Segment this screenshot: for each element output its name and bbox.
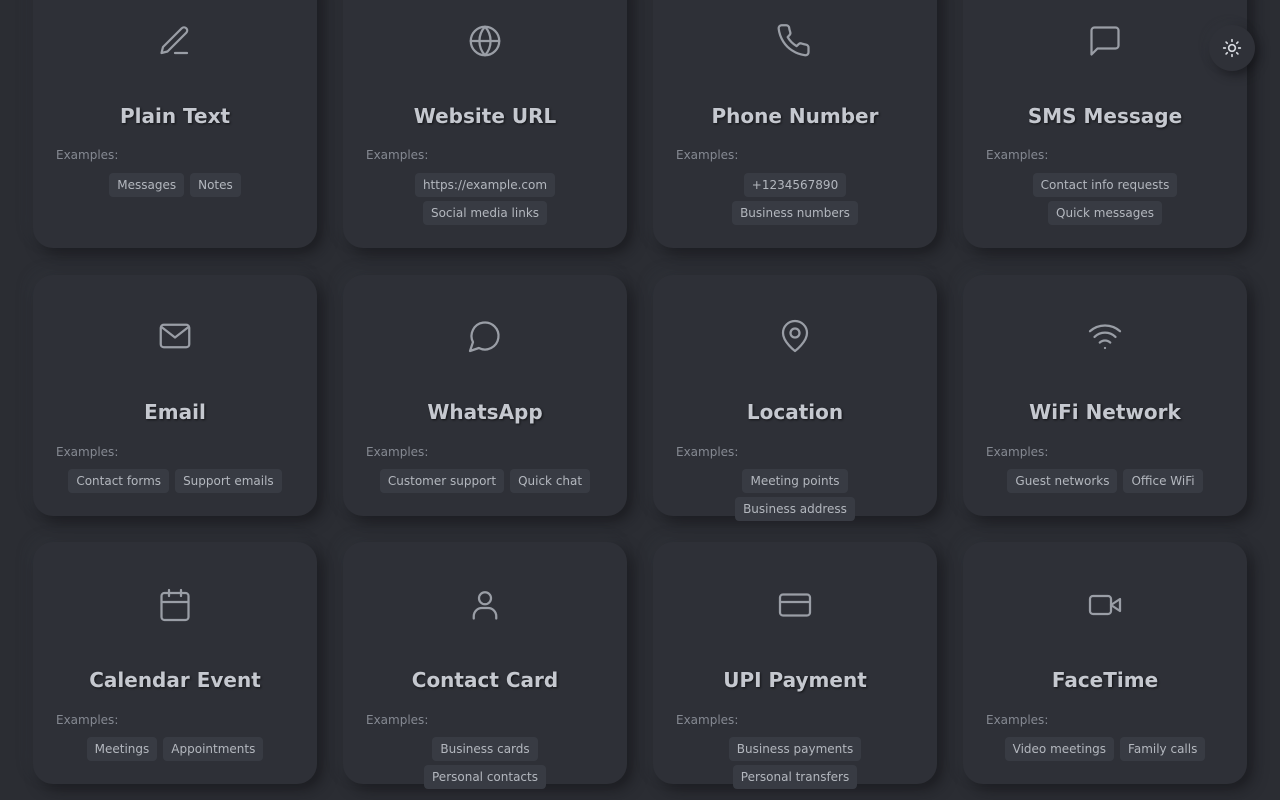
examples-label: Examples:	[366, 148, 429, 162]
example-chip: Quick chat	[510, 469, 591, 493]
example-chip: Business numbers	[732, 201, 858, 225]
card-plain-text[interactable]: Plain Text Examples: Messages Notes	[33, 0, 317, 248]
examples-list: Contact info requests Quick messages	[993, 173, 1217, 225]
examples-list: Meeting points Business address	[683, 469, 907, 521]
example-chip: Support emails	[175, 469, 282, 493]
card-title: Phone Number	[711, 104, 879, 128]
examples-list: Customer support Quick chat	[373, 469, 597, 493]
examples-list: Contact forms Support emails	[63, 469, 287, 493]
examples-list: Guest networks Office WiFi	[993, 469, 1217, 493]
credit-card-icon	[777, 587, 813, 623]
examples-list: Video meetings Family calls	[993, 737, 1217, 761]
card-title: UPI Payment	[723, 668, 867, 692]
example-chip: Appointments	[163, 737, 264, 761]
card-whatsapp[interactable]: WhatsApp Examples: Customer support Quic…	[343, 275, 627, 516]
examples-label: Examples:	[676, 445, 739, 459]
pencil-icon	[157, 23, 193, 59]
card-title: Calendar Event	[89, 668, 261, 692]
examples-label: Examples:	[366, 445, 429, 459]
example-chip: Messages	[109, 173, 185, 197]
card-website-url[interactable]: Website URL Examples: https://example.co…	[343, 0, 627, 248]
example-chip: Meeting points	[742, 469, 848, 493]
example-chip: Business cards	[432, 737, 538, 761]
examples-list: Messages Notes	[63, 173, 287, 197]
card-title: Website URL	[413, 104, 557, 128]
user-icon	[467, 587, 503, 623]
card-title: WiFi Network	[1029, 400, 1181, 424]
example-chip: https://example.com	[414, 173, 556, 197]
card-title: Email	[144, 400, 206, 424]
examples-label: Examples:	[986, 713, 1049, 727]
example-chip: +1234567890	[743, 173, 847, 197]
card-contact-card[interactable]: Contact Card Examples: Business cards Pe…	[343, 542, 627, 789]
example-chip: Notes	[190, 173, 241, 197]
example-chip: Contact forms	[68, 469, 170, 493]
card-email[interactable]: Email Examples: Contact forms Support em…	[33, 275, 317, 516]
example-chip: Customer support	[379, 469, 505, 493]
example-chip: Quick messages	[1048, 201, 1162, 225]
example-chip: Personal transfers	[732, 765, 858, 789]
card-upi-payment[interactable]: UPI Payment Examples: Business payments …	[653, 542, 937, 789]
globe-icon	[467, 23, 503, 59]
example-chip: Business payments	[728, 737, 862, 761]
calendar-icon	[157, 587, 193, 623]
video-icon	[1087, 587, 1123, 623]
card-title: FaceTime	[1051, 668, 1159, 692]
card-location[interactable]: Location Examples: Meeting points Busine…	[653, 275, 937, 521]
mail-icon	[157, 318, 193, 354]
examples-list: Business cards Personal contacts	[373, 737, 597, 789]
example-chip: Social media links	[422, 201, 548, 225]
card-calendar-event[interactable]: Calendar Event Examples: Meetings Appoin…	[33, 542, 317, 784]
card-title: Contact Card	[411, 668, 559, 692]
example-chip: Meetings	[86, 737, 158, 761]
examples-list: Meetings Appointments	[63, 737, 287, 761]
examples-label: Examples:	[56, 713, 119, 727]
example-chip: Business address	[735, 497, 855, 521]
example-chip: Contact info requests	[1032, 173, 1178, 197]
message-square-icon	[1087, 23, 1123, 59]
message-circle-icon	[467, 318, 503, 354]
card-phone-number[interactable]: Phone Number Examples: +1234567890 Busin…	[653, 0, 937, 248]
phone-icon	[777, 23, 813, 59]
card-title: WhatsApp	[427, 400, 543, 424]
example-chip: Video meetings	[1004, 737, 1115, 761]
examples-label: Examples:	[56, 148, 119, 162]
examples-list: https://example.com Social media links	[373, 173, 597, 225]
map-pin-icon	[777, 318, 813, 354]
example-chip: Personal contacts	[424, 765, 546, 789]
example-chip: Office WiFi	[1123, 469, 1203, 493]
card-facetime[interactable]: FaceTime Examples: Video meetings Family…	[963, 542, 1247, 784]
wifi-icon	[1087, 318, 1123, 354]
card-title: Location	[746, 400, 844, 424]
examples-label: Examples:	[56, 445, 119, 459]
example-chip: Guest networks	[1007, 469, 1118, 493]
examples-label: Examples:	[676, 713, 739, 727]
card-title: SMS Message	[1027, 104, 1183, 128]
theme-toggle-button[interactable]	[1209, 25, 1255, 71]
card-wifi-network[interactable]: WiFi Network Examples: Guest networks Of…	[963, 275, 1247, 516]
example-chip: Family calls	[1120, 737, 1206, 761]
examples-label: Examples:	[986, 445, 1049, 459]
card-title: Plain Text	[119, 104, 231, 128]
examples-list: +1234567890 Business numbers	[683, 173, 907, 225]
examples-label: Examples:	[986, 148, 1049, 162]
sun-icon	[1222, 38, 1242, 58]
examples-list: Business payments Personal transfers	[683, 737, 907, 789]
examples-label: Examples:	[676, 148, 739, 162]
examples-label: Examples:	[366, 713, 429, 727]
card-sms-message[interactable]: SMS Message Examples: Contact info reque…	[963, 0, 1247, 248]
